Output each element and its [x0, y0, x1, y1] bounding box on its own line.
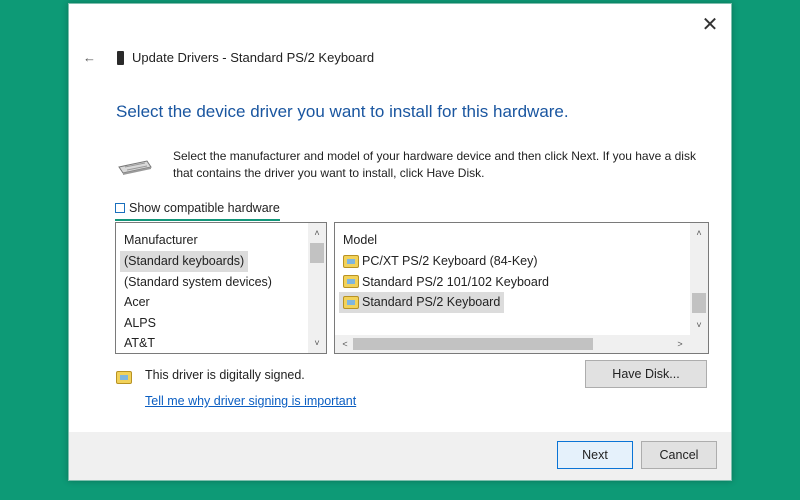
window-title: Update Drivers - Standard PS/2 Keyboard — [132, 50, 375, 65]
scroll-right-icon[interactable]: > — [672, 335, 688, 353]
scrollbar-corner — [690, 335, 708, 353]
have-disk-button[interactable]: Have Disk... — [585, 360, 707, 388]
cancel-button[interactable]: Cancel — [641, 441, 717, 469]
next-button[interactable]: Next — [557, 441, 633, 469]
certificate-icon — [116, 371, 132, 384]
manufacturer-item[interactable]: Acer — [120, 292, 154, 313]
scroll-up-icon[interactable]: ˄ — [690, 225, 708, 241]
certificate-icon — [343, 254, 359, 268]
certificate-icon — [343, 275, 359, 289]
certificate-icon — [343, 295, 359, 309]
show-compatible-checkbox[interactable] — [115, 203, 125, 213]
model-item[interactable]: PC/XT PS/2 Keyboard (84-Key) — [339, 251, 542, 272]
manufacturer-scrollbar[interactable]: ˄ ˅ — [308, 223, 326, 353]
scroll-up-icon[interactable]: ˄ — [308, 225, 326, 241]
close-icon[interactable]: ✕ — [699, 14, 721, 36]
manufacturer-list[interactable]: Manufacturer (Standard keyboards) (Stand… — [115, 222, 327, 354]
keyboard-device-icon — [117, 50, 124, 65]
model-item[interactable]: Standard PS/2 101/102 Keyboard — [339, 272, 553, 293]
scroll-down-icon[interactable]: ˅ — [690, 317, 708, 333]
manufacturer-item[interactable]: (Standard system devices) — [120, 272, 276, 293]
model-item[interactable]: Standard PS/2 Keyboard — [339, 292, 505, 313]
description-text: Select the manufacturer and model of you… — [173, 149, 696, 180]
title-bar: Update Drivers - Standard PS/2 Keyboard — [117, 50, 374, 65]
show-compatible-label: Show compatible hardware — [129, 201, 280, 215]
update-drivers-dialog: ✕ ← Update Drivers - Standard PS/2 Keybo… — [68, 3, 732, 481]
manufacturer-item[interactable]: AT&T — [120, 333, 159, 353]
manufacturer-header: Manufacturer — [124, 233, 198, 247]
back-arrow-icon[interactable]: ← — [83, 50, 96, 65]
scroll-down-icon[interactable]: ˅ — [308, 335, 326, 351]
show-compatible-checkbox-row[interactable]: Show compatible hardware — [115, 201, 280, 221]
manufacturer-item[interactable]: (Standard keyboards) — [120, 251, 249, 272]
scroll-thumb[interactable] — [353, 338, 593, 350]
page-heading: Select the device driver you want to ins… — [116, 102, 569, 121]
keyboard-icon — [118, 160, 152, 175]
scroll-thumb[interactable] — [310, 243, 324, 263]
model-vertical-scrollbar[interactable]: ˄ ˅ — [690, 223, 708, 335]
driver-signing-link[interactable]: Tell me why driver signing is important — [145, 394, 356, 408]
model-header: Model — [343, 233, 378, 247]
scroll-left-icon[interactable]: < — [337, 335, 353, 353]
manufacturer-item[interactable]: ALPS — [120, 313, 160, 334]
model-list[interactable]: Model PC/XT PS/2 Keyboard (84-Key) Stand… — [334, 222, 709, 354]
scroll-thumb[interactable] — [692, 293, 706, 313]
signed-status: This driver is digitally signed. — [145, 368, 305, 382]
model-horizontal-scrollbar[interactable]: < > — [335, 335, 690, 353]
